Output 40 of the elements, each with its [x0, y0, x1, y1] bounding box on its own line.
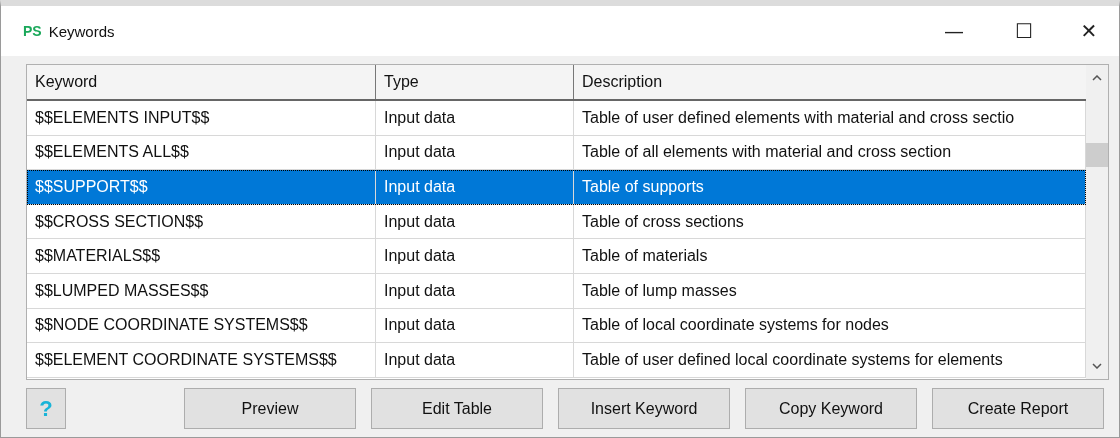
action-button[interactable]: Edit Table	[371, 388, 543, 429]
table-cell: Input data	[376, 239, 574, 273]
close-button[interactable]: ✕	[1059, 9, 1119, 53]
table-row[interactable]: $$ELEMENTS INPUT$$ Input data Table of user defined elements with material and cross sectio	[27, 101, 1086, 136]
window-title: Keywords	[48, 22, 115, 40]
scrollbar[interactable]	[1086, 65, 1108, 379]
table-cell: $$NODE COORDINATE SYSTEMS$$	[27, 308, 376, 343]
table-row[interactable]: $$LUMPED MASSES$$ Input data Table of lump masses	[27, 273, 1086, 309]
table-row[interactable]: $$SUPPORT$$ Input data Table of supports	[27, 170, 1086, 205]
table-cell: Input data	[376, 308, 574, 343]
column-header[interactable]: Type	[376, 65, 574, 99]
table-row[interactable]: $$MATERIALS$$ Input data Table of materials	[27, 239, 1086, 274]
action-button[interactable]: Create Report	[932, 388, 1104, 429]
table-row[interactable]: $$NODE COORDINATE SYSTEMS$$ Input data Table of local coordinate systems for nodes	[27, 308, 1086, 344]
table-cell: Input data	[376, 170, 574, 204]
scrollbar-thumb[interactable]	[1086, 143, 1108, 167]
table-cell: $$ELEMENTS ALL$$	[27, 135, 376, 170]
table-cell: $$CROSS SECTION$$	[27, 204, 376, 239]
table-cell: $$ELEMENT COORDINATE SYSTEMS$$	[27, 343, 376, 377]
table-cell: Input data	[376, 273, 574, 308]
table-row[interactable]: $$ELEMENT COORDINATE SYSTEMS$$ Input data Table of user defined local coordinate systems for elements	[27, 343, 1086, 378]
table-cell: Input data	[376, 204, 574, 239]
scroll-down-icon[interactable]	[1092, 363, 1102, 369]
table-cell: Input data	[376, 343, 574, 377]
app-logo: PS	[23, 23, 42, 39]
action-button[interactable]: Preview	[184, 388, 356, 429]
table-cell: $$SUPPORT$$	[27, 170, 376, 204]
action-button[interactable]: Copy Keyword	[745, 388, 917, 429]
action-button[interactable]: Insert Keyword	[558, 388, 730, 429]
table-row[interactable]: $$CROSS SECTION$$ Input data Table of cross sections	[27, 204, 1086, 240]
scroll-up-icon[interactable]	[1092, 75, 1102, 81]
table-cell: $$ELEMENTS INPUT$$	[27, 101, 376, 135]
table-cell: Input data	[376, 135, 574, 170]
table-cell: $$LUMPED MASSES$$	[27, 273, 376, 308]
table-cell: $$MATERIALS$$	[27, 239, 376, 273]
minimize-button[interactable]: —	[919, 9, 989, 53]
table-cell: Input data	[376, 101, 574, 135]
column-header[interactable]: Description	[574, 65, 1086, 99]
column-header[interactable]: Keyword	[27, 65, 376, 99]
maximize-button[interactable]: ☐	[989, 9, 1059, 53]
